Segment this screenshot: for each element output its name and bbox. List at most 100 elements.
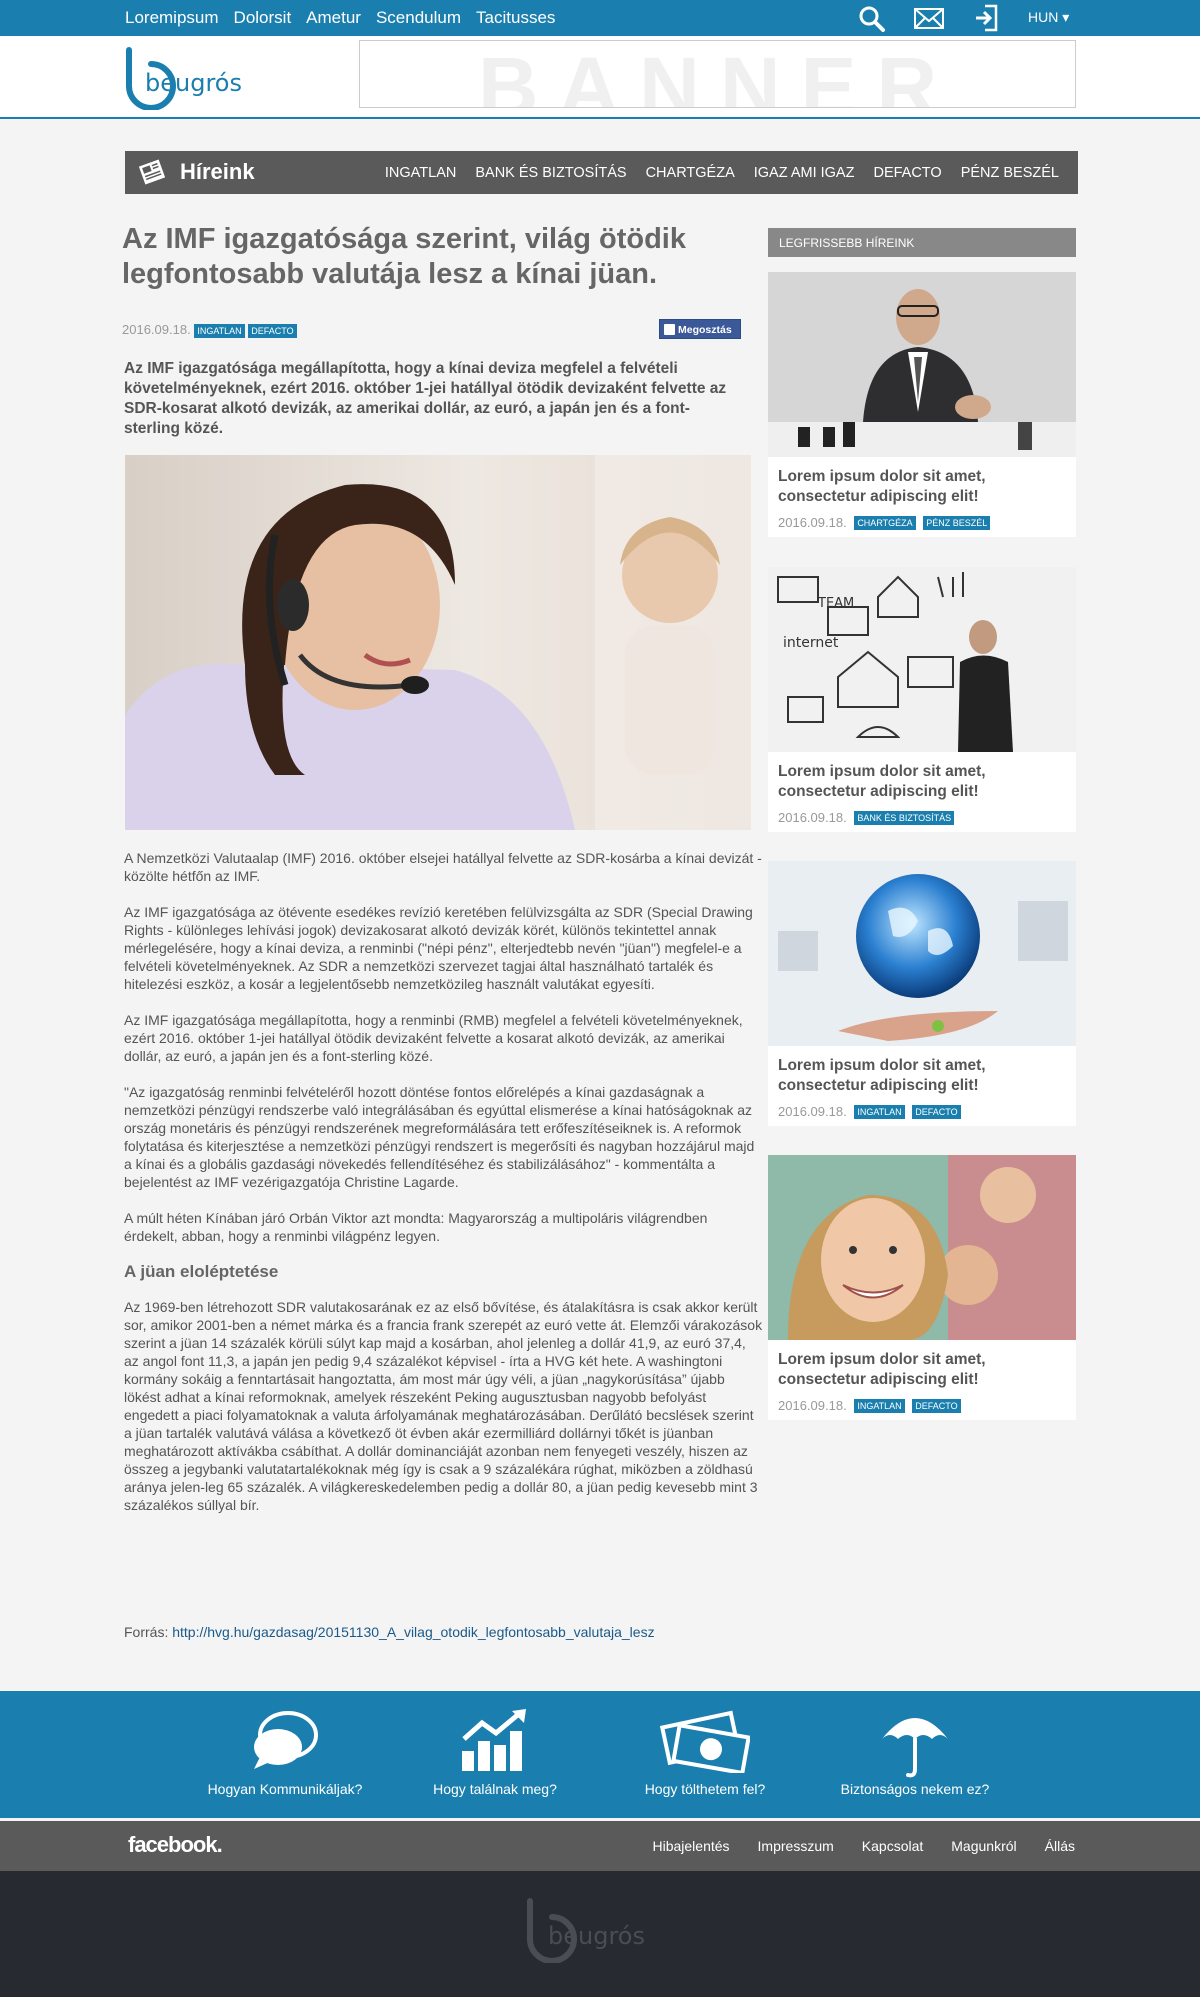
tag-badge[interactable]: DEFACTO [248, 324, 297, 338]
category-title: Híreink [180, 159, 255, 184]
category-item-chartgeza[interactable]: CHARTGÉZA [646, 165, 735, 181]
news-card-meta: 2016.09.18. INGATLAN DEFACTO [778, 1398, 961, 1413]
news-card-date: 2016.09.18. [778, 1398, 847, 1413]
banner-text: BANNER [477, 40, 958, 108]
feature-secure[interactable]: Biztonságos nekem ez? [820, 1691, 1010, 1818]
tag-badge[interactable]: DEFACTO [912, 1105, 961, 1119]
news-card-meta: 2016.09.18. CHARTGÉZA PÉNZ BESZÉL [778, 515, 991, 530]
feature-label: Hogy találnak meg? [433, 1781, 557, 1797]
share-button[interactable]: Megosztás [659, 319, 741, 339]
feature-label: Hogyan Kommunikáljak? [207, 1781, 363, 1797]
footer-link-kapcsolat[interactable]: Kapcsolat [862, 1838, 923, 1854]
article-paragraph: Az IMF igazgatósága megállapította, hogy… [124, 1012, 743, 1064]
article-paragraph: A Nemzetközi Valutaalap (IMF) 2016. októ… [124, 850, 762, 884]
top-nav-item[interactable]: Scendulum [376, 8, 461, 28]
chat-bubbles-icon [254, 1711, 318, 1769]
feature-band: Hogyan Kommunikáljak? Hogy találnak meg?… [0, 1691, 1200, 1818]
svg-text:internet: internet [783, 635, 839, 651]
news-card-title[interactable]: Lorem ipsum dolor sit amet, consectetur … [778, 1056, 1076, 1096]
article-lead: Az IMF igazgatósága megállapította, hogy… [124, 360, 727, 437]
article-body: A Nemzetközi Valutaalap (IMF) 2016. októ… [124, 849, 764, 1532]
feature-label: Hogy tölthetem fel? [644, 1781, 766, 1797]
facebook-icon [664, 324, 675, 335]
tag-badge[interactable]: DEFACTO [912, 1399, 961, 1413]
news-card-title[interactable]: Lorem ipsum dolor sit amet, consectetur … [778, 467, 1076, 507]
category-item-defacto[interactable]: DEFACTO [873, 165, 941, 181]
tag-badge[interactable]: INGATLAN [854, 1399, 905, 1413]
money-icon [660, 1710, 750, 1773]
tag-badge[interactable]: INGATLAN [194, 324, 245, 338]
logo-text: beugrós [145, 69, 242, 97]
feature-communicate[interactable]: Hogyan Kommunikáljak? [190, 1691, 380, 1818]
category-item-ingatlan[interactable]: INGATLAN [385, 165, 456, 181]
sidebar: LEGFRISSEBB HÍREINK Lorem ipsum dolor si… [768, 228, 1076, 1420]
feature-topup[interactable]: Hogy tölthetem fel? [610, 1691, 800, 1818]
footer-link-allas[interactable]: Állás [1045, 1838, 1075, 1854]
tag-badge[interactable]: CHARTGÉZA [854, 516, 916, 530]
news-card-meta: 2016.09.18. BANK ÉS BIZTOSÍTÁS [778, 810, 955, 825]
source-link[interactable]: http://hvg.hu/gazdasag/20151130_A_vilag_… [172, 1624, 654, 1640]
footer-link-magunkrol[interactable]: Magunkról [951, 1838, 1016, 1854]
svg-text:TEAM: TEAM [817, 596, 854, 611]
article-paragraph: Az 1969-ben létrehozott SDR valutakosará… [124, 1299, 763, 1513]
facebook-link[interactable]: facebook. [128, 1832, 223, 1858]
news-card-image [768, 861, 1076, 1046]
article: Az IMF igazgatósága szerint, világ ötödi… [122, 222, 762, 1513]
footer-link-impresszum[interactable]: Impresszum [758, 1838, 834, 1854]
site-logo[interactable]: beugrós [125, 46, 285, 110]
news-card-date: 2016.09.18. [778, 1104, 847, 1119]
category-nav: INGATLAN BANK ÉS BIZTOSÍTÁS CHARTGÉZA IG… [385, 151, 1059, 194]
article-hero-image [125, 455, 751, 830]
category-bar: Híreink INGATLAN BANK ÉS BIZTOSÍTÁS CHAR… [125, 151, 1078, 194]
sidebar-heading: LEGFRISSEBB HÍREINK [768, 228, 1076, 257]
news-card-meta: 2016.09.18. INGATLAN DEFACTO [778, 1104, 961, 1119]
top-nav: Loremipsum Dolorsit Ametur Scendulum Tac… [125, 0, 555, 36]
search-icon[interactable] [857, 4, 887, 32]
news-card[interactable]: Lorem ipsum dolor sit amet, consectetur … [768, 1155, 1076, 1420]
footer-link-hibajelentes[interactable]: Hibajelentés [652, 1838, 729, 1854]
news-card[interactable]: internet TEAM Lorem ipsum dolor sit amet… [768, 567, 1076, 832]
tag-badge[interactable]: PÉNZ BESZÉL [923, 516, 991, 530]
language-selector[interactable]: HUN ▾ [1028, 9, 1069, 26]
footer-nav: Hibajelentés Impresszum Kapcsolat Magunk… [652, 1821, 1075, 1871]
source-label: Forrás: [124, 1624, 169, 1640]
article-paragraph: "Az igazgatóság renminbi felvételéről ho… [124, 1084, 755, 1190]
article-paragraph: A múlt héten Kínában járó Orbán Viktor a… [124, 1210, 708, 1244]
article-date: 2016.09.18. [122, 322, 191, 337]
news-card-date: 2016.09.18. [778, 810, 847, 825]
header: beugrós BANNER [0, 36, 1200, 119]
login-icon[interactable] [972, 4, 1002, 32]
footer-logo[interactable]: beugrós [522, 1897, 672, 1963]
tag-badge[interactable]: BANK ÉS BIZTOSÍTÁS [854, 811, 955, 825]
news-card-image [768, 1155, 1076, 1340]
news-card-image: internet TEAM [768, 567, 1076, 752]
news-card-title[interactable]: Lorem ipsum dolor sit amet, consectetur … [778, 762, 1076, 802]
top-nav-item[interactable]: Tacitusses [476, 8, 555, 28]
article-meta: 2016.09.18. INGATLAN DEFACTO Megosztás [122, 319, 742, 339]
news-card[interactable]: Lorem ipsum dolor sit amet, consectetur … [768, 272, 1076, 537]
ad-banner[interactable]: BANNER [359, 40, 1076, 108]
top-bar: Loremipsum Dolorsit Ametur Scendulum Tac… [0, 0, 1200, 36]
category-item-igaz-ami-igaz[interactable]: IGAZ AMI IGAZ [754, 165, 855, 181]
umbrella-icon [882, 1718, 948, 1778]
category-item-penz-beszel[interactable]: PÉNZ BESZÉL [961, 165, 1059, 181]
category-item-bank[interactable]: BANK ÉS BIZTOSÍTÁS [475, 165, 626, 181]
growth-chart-icon [462, 1709, 526, 1771]
mail-icon[interactable] [914, 4, 944, 32]
news-card-image [768, 272, 1076, 457]
news-card-title[interactable]: Lorem ipsum dolor sit amet, consectetur … [778, 1350, 1076, 1390]
top-nav-item[interactable]: Loremipsum [125, 8, 219, 28]
footer-bottom: beugrós [0, 1871, 1200, 1997]
feature-found[interactable]: Hogy találnak meg? [400, 1691, 590, 1818]
footer-logo-text: beugrós [548, 1922, 645, 1950]
tag-badge[interactable]: INGATLAN [854, 1105, 905, 1119]
news-card-date: 2016.09.18. [778, 515, 847, 530]
share-label: Megosztás [678, 324, 732, 336]
feature-label: Biztonságos nekem ez? [840, 1781, 990, 1797]
article-paragraph: Az IMF igazgatósága az ötévente esedékes… [124, 904, 753, 992]
newspaper-icon [137, 158, 167, 186]
top-nav-item[interactable]: Dolorsit [234, 8, 292, 28]
news-card[interactable]: Lorem ipsum dolor sit amet, consectetur … [768, 861, 1076, 1126]
top-nav-item[interactable]: Ametur [306, 8, 361, 28]
footer-links-bar: facebook. Hibajelentés Impresszum Kapcso… [0, 1821, 1200, 1871]
